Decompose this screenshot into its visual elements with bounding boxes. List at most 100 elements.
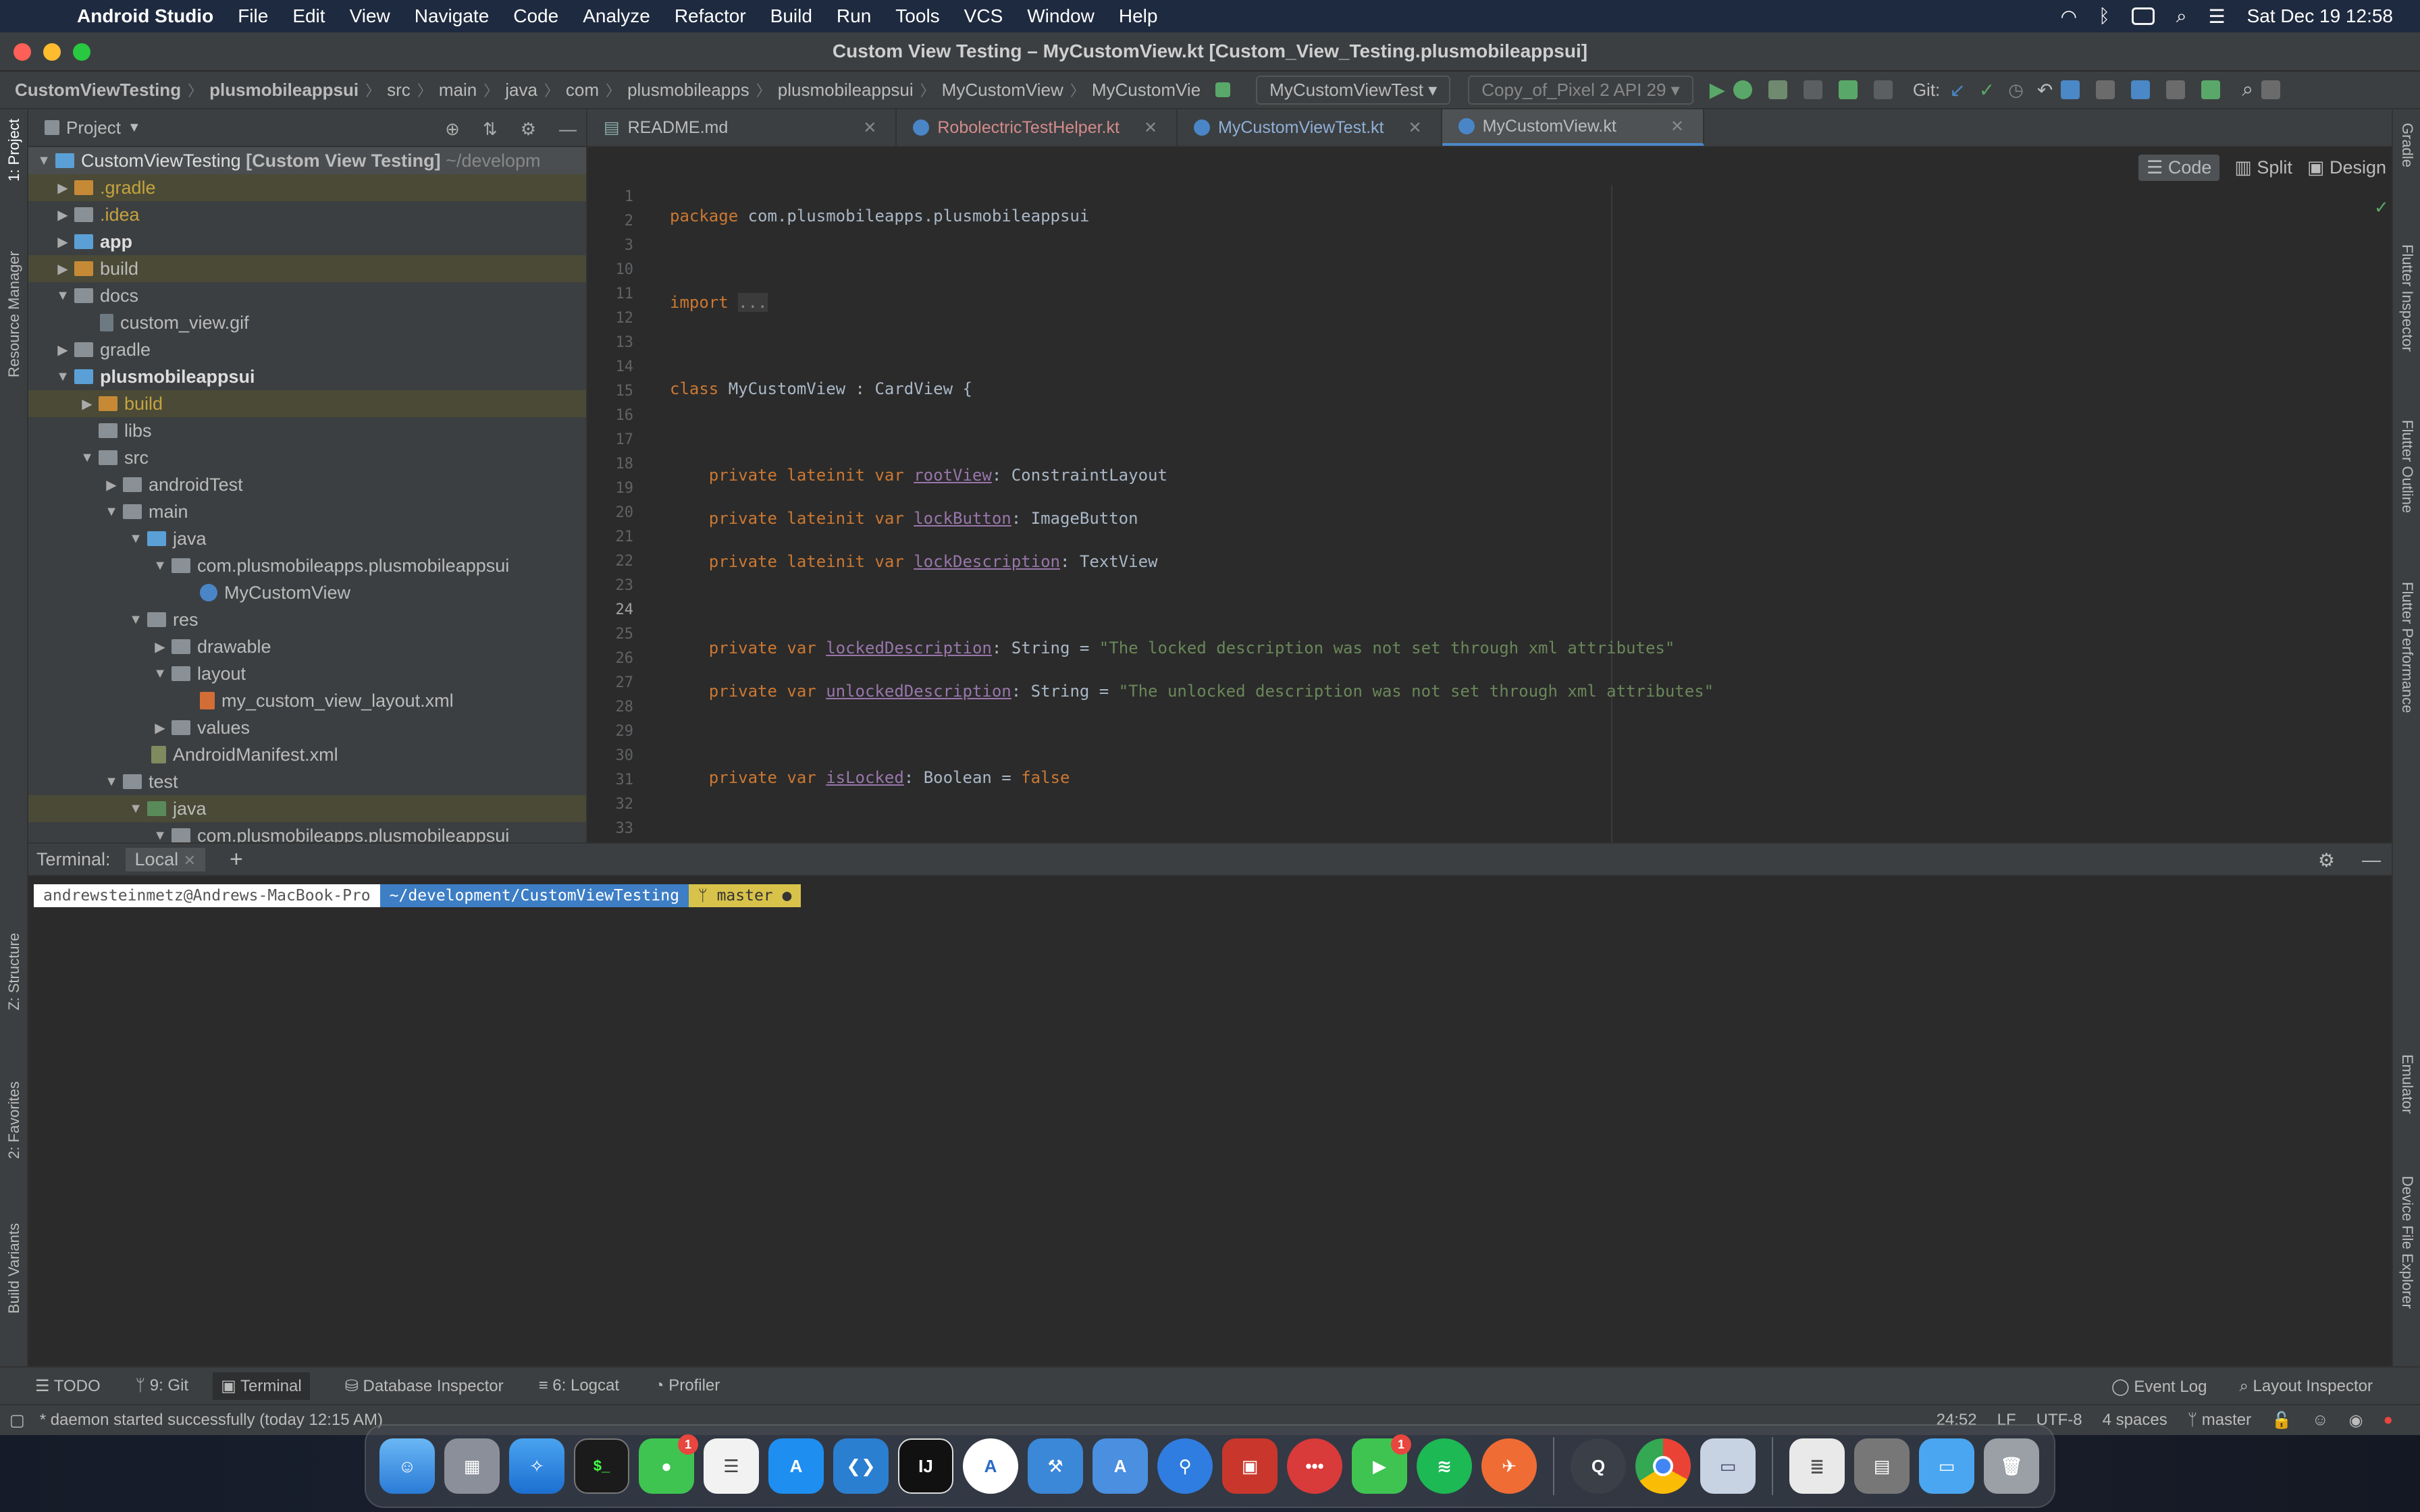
close-tab-icon[interactable]: ✕ — [184, 852, 196, 869]
chevron-down-icon[interactable]: ▼ — [127, 801, 144, 817]
tree-row[interactable]: ▶ androidTest — [28, 471, 586, 498]
tree-row-root[interactable]: ▼ CustomViewTesting [Custom View Testing… — [28, 147, 586, 174]
dock-quicktime[interactable]: Q — [1571, 1438, 1626, 1494]
chevron-down-icon[interactable]: ▼ — [128, 120, 141, 136]
new-terminal-icon[interactable]: + — [230, 846, 243, 873]
event-log-tool-button[interactable]: ◯ Event Log — [2111, 1377, 2207, 1397]
wifi-icon[interactable]: ◠ — [2061, 5, 2077, 28]
menu-edit[interactable]: Edit — [292, 5, 325, 27]
menu-vcs[interactable]: VCS — [964, 5, 1003, 27]
tree-row[interactable]: libs — [28, 417, 586, 444]
control-center-icon[interactable]: ☰ — [2209, 5, 2226, 28]
breadcrumb-main[interactable]: main — [432, 80, 483, 101]
terminal-tool-button[interactable]: ▣ Terminal — [213, 1372, 310, 1400]
search-everywhere-icon[interactable]: ⌕ — [2242, 78, 2253, 101]
device-file-explorer-tool-button[interactable]: Device File Explorer — [2398, 1176, 2416, 1309]
menu-build[interactable]: Build — [770, 5, 812, 27]
tree-row[interactable]: ▼ test — [28, 768, 586, 795]
dock-reminders[interactable]: ☰ — [704, 1438, 759, 1494]
tree-row[interactable]: my_custom_view_layout.xml — [28, 687, 586, 714]
inspection-profile-icon[interactable]: ☺ — [2312, 1411, 2329, 1430]
dock-intellij[interactable]: IJ — [898, 1438, 953, 1494]
indent-setting[interactable]: 4 spaces — [2103, 1411, 2167, 1430]
chevron-down-icon[interactable]: ▼ — [127, 531, 144, 547]
dock-instruments[interactable]: A — [1093, 1438, 1148, 1494]
memory-indicator-icon[interactable]: ◉ — [2349, 1411, 2363, 1430]
project-tool-button[interactable]: 1: Project — [5, 119, 23, 182]
dock-preview[interactable]: ▭ — [1700, 1438, 1756, 1494]
tree-row[interactable]: ▶ gradle — [28, 336, 586, 363]
git-history-icon[interactable]: ◷ — [2008, 80, 2024, 101]
hide-icon[interactable]: — — [559, 119, 577, 140]
breadcrumb-project[interactable]: CustomViewTesting — [8, 80, 188, 101]
stop-icon[interactable] — [1873, 80, 1893, 99]
tree-row[interactable]: ▼ plusmobileappsui — [28, 363, 586, 390]
dock-safari[interactable]: ✧ — [509, 1438, 564, 1494]
battery-icon[interactable] — [2131, 7, 2155, 25]
tree-row[interactable]: ▼ java — [28, 525, 586, 552]
build-variants-tool-button[interactable]: Build Variants — [5, 1223, 23, 1314]
tree-row[interactable]: ▼ layout — [28, 660, 586, 687]
dock-facetime[interactable]: ▶ 1 — [1352, 1434, 1411, 1494]
dock-xcode[interactable]: ⚒ — [1028, 1438, 1083, 1494]
menu-file[interactable]: File — [238, 5, 268, 27]
chevron-down-icon[interactable]: ▼ — [35, 153, 53, 169]
run-configuration-select[interactable]: MyCustomViewTest ▾ — [1256, 75, 1451, 105]
hide-icon[interactable]: — — [2362, 849, 2381, 871]
dock-spotify[interactable]: ≋ — [1417, 1438, 1472, 1494]
chevron-right-icon[interactable]: ▶ — [54, 261, 72, 277]
chevron-right-icon[interactable]: ▶ — [54, 207, 72, 223]
tree-row[interactable]: ▶ values — [28, 714, 586, 741]
sdk-manager-icon[interactable] — [2096, 80, 2115, 99]
tree-row[interactable]: ▼ res — [28, 606, 586, 633]
tree-row[interactable]: ▼ java — [28, 795, 586, 822]
dock-messages[interactable]: ● 1 — [639, 1434, 698, 1494]
locate-icon[interactable]: ⊕ — [445, 119, 460, 140]
sidebar-toggle-icon[interactable] — [2261, 80, 2281, 99]
spotlight-icon[interactable]: ⌕ — [2176, 5, 2187, 28]
build-hammer-icon[interactable] — [1215, 82, 1231, 97]
tab-mycustomviewtest[interactable]: MyCustomViewTest.kt ✕ — [1178, 109, 1442, 146]
chevron-down-icon[interactable]: ▼ — [151, 666, 169, 682]
dock-chrome[interactable] — [1635, 1438, 1691, 1494]
chevron-down-icon[interactable]: ▼ — [151, 558, 169, 574]
flutter-inspector-tool-button[interactable]: Flutter Inspector — [2398, 244, 2416, 352]
profile-icon[interactable] — [1803, 80, 1822, 99]
tree-row[interactable]: ▼ docs — [28, 282, 586, 309]
git-tool-button[interactable]: ᛘ 9: Git — [136, 1376, 188, 1395]
chevron-right-icon[interactable]: ▶ — [103, 477, 120, 493]
status-message[interactable]: * daemon started successfully (today 12:… — [40, 1411, 383, 1430]
chevron-down-icon[interactable]: ▼ — [54, 288, 72, 304]
breadcrumb-src[interactable]: src — [380, 80, 417, 101]
dock-files[interactable]: ▤ — [1854, 1438, 1910, 1494]
chevron-down-icon[interactable]: ▼ — [103, 774, 120, 790]
menu-run[interactable]: Run — [837, 5, 871, 27]
dock-launchpad[interactable]: ▦ — [444, 1438, 500, 1494]
flutter-outline-tool-button[interactable]: Flutter Outline — [2398, 420, 2416, 513]
dock-notes[interactable]: ≣ — [1789, 1438, 1845, 1494]
dock-pythonista[interactable]: A — [963, 1438, 1018, 1494]
dock-finder[interactable]: ☺ — [379, 1438, 435, 1494]
tree-row[interactable]: ▶ .gradle — [28, 174, 586, 201]
tab-robolectric-helper[interactable]: RobolectricTestHelper.kt ✕ — [897, 109, 1178, 146]
tree-row[interactable]: ▼ main — [28, 498, 586, 525]
error-indicator-icon[interactable]: ● — [2384, 1411, 2394, 1430]
dock-terminal[interactable]: $_ — [574, 1438, 629, 1494]
tree-row[interactable]: ▶ app — [28, 228, 586, 255]
chevron-right-icon[interactable]: ▶ — [78, 396, 96, 412]
favorites-tool-button[interactable]: 2: Favorites — [5, 1081, 23, 1159]
avd-manager-icon[interactable] — [2166, 80, 2186, 99]
breadcrumb-plusmobileapps[interactable]: plusmobileapps — [621, 80, 756, 101]
dock-simulator[interactable]: ▣ — [1222, 1438, 1278, 1494]
breadcrumb-class[interactable]: MyCustomView — [935, 80, 1070, 101]
chevron-right-icon[interactable]: ▶ — [151, 639, 169, 655]
breadcrumb-com[interactable]: com — [559, 80, 606, 101]
sync-gradle-icon[interactable] — [2131, 80, 2151, 99]
chevron-right-icon[interactable]: ▶ — [54, 234, 72, 250]
dock-postman[interactable]: ✈ — [1481, 1438, 1537, 1494]
menu-code[interactable]: Code — [513, 5, 558, 27]
menu-view[interactable]: View — [350, 5, 390, 27]
tree-row[interactable]: custom_view.gif — [28, 309, 586, 336]
breadcrumb-member[interactable]: MyCustomVie — [1085, 80, 1207, 101]
chevron-right-icon[interactable]: ▶ — [54, 342, 72, 358]
